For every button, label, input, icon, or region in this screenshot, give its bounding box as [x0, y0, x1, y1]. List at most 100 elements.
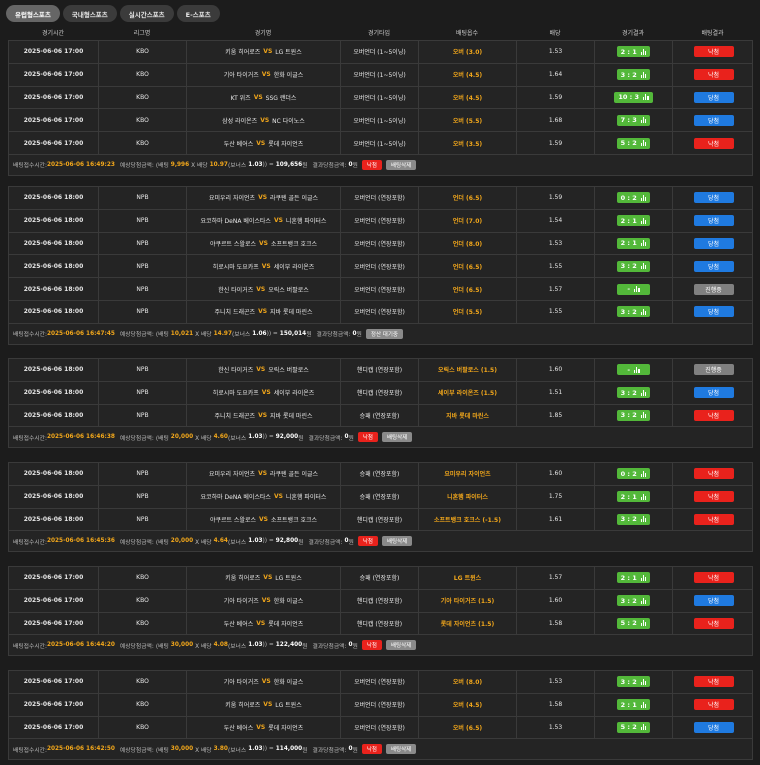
tab-live-sports[interactable]: 실시간스포츠 — [119, 5, 174, 22]
home-team: 키움 히어로즈 — [225, 49, 261, 57]
score-badge[interactable]: - — [617, 283, 650, 295]
won-unit: 원 — [302, 747, 308, 754]
status-badge: 당첨 — [693, 595, 734, 607]
score-badge[interactable]: 3 : 2 — [616, 306, 651, 318]
bet-result-cell: 낙첨 — [673, 486, 754, 508]
bonus-odds: 1.03 — [248, 642, 263, 649]
league-name: NPB — [99, 232, 187, 255]
game-result-cell: 2 : 1 — [595, 41, 673, 63]
game-time: 2025-06-06 17:00 — [9, 109, 99, 132]
bet-summary: 배팅접수시간: 2025-06-06 16:45:36 예상당첨금액: (배팅 … — [9, 531, 752, 551]
score-badge[interactable]: 3 : 2 — [616, 387, 651, 399]
delete-bet-button[interactable]: 배팅삭제 — [385, 744, 417, 755]
game-result-cell: 3 : 2 — [595, 300, 673, 323]
table-row: 2025-06-06 17:00 KBO 두산 베어스 VS 롯데 자이언츠 오… — [9, 716, 752, 740]
delete-bet-button[interactable]: 배팅삭제 — [381, 432, 413, 443]
bet-pick: 세이부 라이온즈 (1.5) — [419, 381, 517, 404]
score-badge[interactable]: 10 : 3 — [614, 91, 653, 103]
table-row: 2025-06-06 17:00 KBO 키움 히어로즈 VS LG 트윈스 오… — [9, 41, 752, 64]
score-badge[interactable]: 2 : 1 — [616, 491, 651, 503]
game-type: 핸디캡 (연장포함) — [341, 589, 419, 612]
score-badge[interactable]: 3 : 2 — [616, 676, 651, 688]
bet-result-cell: 당첨 — [673, 109, 754, 131]
game-time: 2025-06-06 17:00 — [9, 589, 99, 612]
game-time: 2025-06-06 18:00 — [9, 187, 99, 209]
bet-odds: 1.59 — [517, 86, 595, 109]
stats-icon — [640, 194, 647, 201]
status-badge: 당첨 — [693, 387, 734, 399]
league-name: NPB — [99, 209, 187, 232]
table-row: 2025-06-06 18:00 NPB 한신 타이거즈 VS 오릭스 버팔로스… — [9, 359, 752, 382]
game-type: 승패 (연장포함) — [341, 463, 419, 485]
score-badge[interactable]: 2 : 1 — [616, 572, 651, 584]
league-name: NPB — [99, 300, 187, 323]
bet-result-cell: 낙첨 — [673, 671, 754, 693]
won-unit: 원 — [348, 435, 354, 442]
match-name: 키움 히어로즈 VS LG 트윈스 — [187, 567, 341, 589]
score-badge[interactable]: 5 : 2 — [616, 137, 651, 149]
expected-payout-label: 예상당첨금액: — [119, 435, 154, 442]
match-name: 한신 타이거즈 VS 오릭스 버팔로스 — [187, 359, 341, 381]
game-time: 2025-06-06 17:00 — [9, 86, 99, 109]
game-time: 2025-06-06 18:00 — [9, 300, 99, 323]
expected-payout-label: 예상당첨금액: — [119, 163, 154, 170]
league-name: KBO — [99, 671, 187, 693]
score-badge[interactable]: 3 : 2 — [616, 260, 651, 272]
score-badge[interactable]: 5 : 2 — [616, 721, 651, 733]
score-badge[interactable]: 2 : 1 — [616, 215, 651, 227]
score-badge[interactable]: 2 : 1 — [616, 699, 651, 711]
tab-domestic-sports[interactable]: 국내형스포츠 — [62, 5, 117, 22]
match-name: 야쿠르트 스왈로스 VS 소프트뱅크 호크스 — [187, 508, 341, 531]
game-time: 2025-06-06 17:00 — [9, 567, 99, 589]
score-badge[interactable]: 2 : 1 — [616, 46, 651, 58]
status-badge: 진행중 — [693, 283, 734, 295]
bet-pick: 언더 (6.5) — [419, 255, 517, 278]
score-badge[interactable]: - — [617, 364, 650, 376]
score-badge[interactable]: 3 : 2 — [616, 409, 651, 421]
bet-pick: 오버 (5.5) — [419, 109, 517, 132]
score-badge[interactable]: 0 : 2 — [616, 468, 651, 480]
bet-result-cell: 낙첨 — [673, 463, 754, 485]
bonus-odds: 1.03 — [248, 538, 263, 545]
bet-slip: 2025-06-06 18:00 NPB 한신 타이거즈 VS 오릭스 버팔로스… — [8, 358, 753, 449]
delete-bet-button[interactable]: 배팅삭제 — [385, 159, 417, 170]
score-badge[interactable]: 3 : 2 — [616, 513, 651, 525]
expected-payout-label: 예상당첨금액: — [119, 747, 154, 754]
match-name: 요미우리 자이언츠 VS 라쿠텐 골든 이글스 — [187, 187, 341, 209]
score-badge[interactable]: 5 : 2 — [616, 617, 651, 629]
bet-odds: 1.51 — [517, 381, 595, 404]
bet-open-label: (배팅 — [155, 643, 169, 650]
score-badge[interactable]: 7 : 3 — [616, 114, 651, 126]
won-unit: 원 — [306, 332, 312, 339]
home-team: 주니치 드래곤즈 — [214, 412, 256, 420]
bet-pick: 오버 (4.5) — [419, 63, 517, 86]
bet-pick: 오버 (8.0) — [419, 671, 517, 693]
stats-icon — [643, 94, 649, 101]
score-badge[interactable]: 3 : 2 — [616, 595, 651, 607]
score-badge[interactable]: 0 : 2 — [616, 192, 651, 204]
delete-bet-button[interactable]: 배팅삭제 — [385, 640, 417, 651]
table-row: 2025-06-06 18:00 NPB 야쿠르트 스왈로스 VS 소프트뱅크 … — [9, 508, 752, 532]
tab-european-sports[interactable]: 유럽형스포츠 — [6, 5, 60, 22]
score-text: 5 : 2 — [620, 619, 637, 628]
bet-pick: 롯데 자이언츠 (1.5) — [419, 612, 517, 635]
status-badge: 낙첨 — [693, 69, 734, 81]
total-odds: 4.08 — [213, 642, 228, 649]
home-team: 한신 타이거즈 — [218, 286, 254, 294]
home-team: 요코하마 DeNA 베이스타스 — [200, 218, 271, 226]
game-time: 2025-06-06 18:00 — [9, 381, 99, 404]
tab-esports[interactable]: E-스포츠 — [176, 5, 220, 22]
score-badge[interactable]: 2 : 1 — [616, 237, 651, 249]
away-team: 지바 롯데 마린스 — [270, 412, 313, 420]
score-badge[interactable]: 3 : 2 — [616, 69, 651, 81]
away-team: 세이부 라이온즈 — [273, 263, 315, 271]
away-team: 롯데 자이언츠 — [268, 724, 304, 732]
game-type: 오버언더 (1~5이닝) — [341, 109, 419, 132]
league-name: KBO — [99, 567, 187, 589]
delete-bet-button[interactable]: 배팅삭제 — [381, 536, 413, 547]
league-name: NPB — [99, 255, 187, 278]
game-result-cell: 3 : 2 — [595, 381, 673, 404]
won-unit: 원 — [302, 163, 308, 170]
home-team: 삼성 라이온즈 — [222, 117, 258, 125]
stats-icon — [640, 597, 647, 604]
